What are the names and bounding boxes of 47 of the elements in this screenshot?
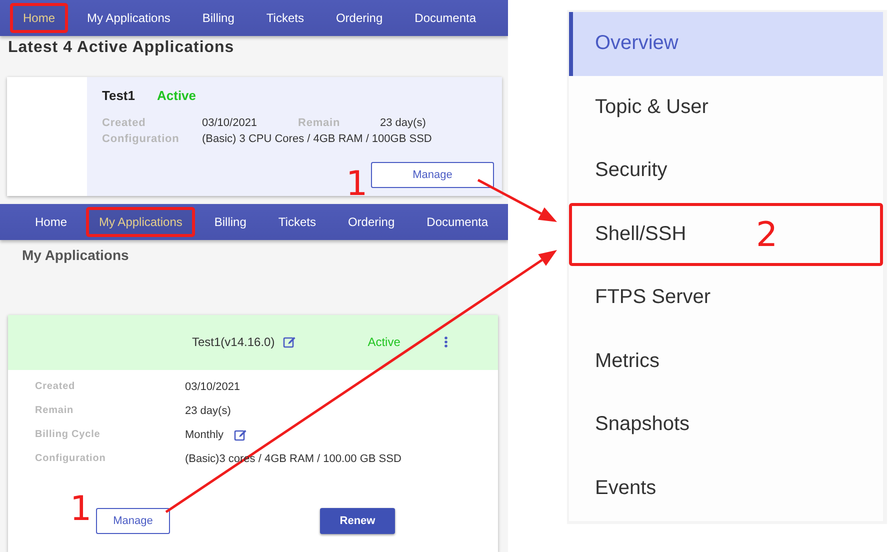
field-value: (Basic) 3 CPU Cores / 4GB RAM / 100GB SSD (202, 133, 433, 145)
field-label: Created (35, 381, 76, 392)
step-number: 1 (70, 492, 92, 526)
application-title: Test1(v14.16.0) (192, 335, 275, 350)
field-label: Billing Cycle (35, 429, 102, 440)
status-label: Active (157, 88, 196, 103)
nav-item[interactable]: Documenta (414, 206, 502, 237)
nav-item[interactable]: Billing (189, 3, 248, 33)
menu-item[interactable]: Overview (569, 12, 883, 76)
field-value: 23 day(s) (380, 117, 427, 129)
page-heading: Latest 4 Active Applications (7, 38, 236, 57)
nav-item[interactable]: Ordering (334, 206, 408, 237)
nav-item[interactable]: Tickets (253, 3, 317, 33)
nav-item[interactable]: Documenta (402, 3, 490, 33)
menu-item[interactable]: Topic & User (569, 76, 883, 139)
nav-item[interactable]: My Applications (86, 206, 196, 237)
field-label: Created (102, 117, 147, 129)
nav-item[interactable]: Home (10, 3, 68, 33)
more-icon[interactable] (444, 336, 448, 348)
menu-item[interactable]: Events (569, 456, 883, 520)
field-value: 03/10/2021 (185, 380, 240, 393)
nav-item[interactable]: Home (22, 206, 80, 237)
application-name: Test1 (102, 88, 135, 103)
nav-item[interactable]: Tickets (265, 206, 329, 237)
nav-item[interactable]: Billing (201, 206, 260, 237)
menu-item[interactable]: FTPS Server (569, 266, 883, 330)
step-number: 1 (346, 167, 368, 201)
field-value: 03/10/2021 (202, 117, 258, 129)
field-value: Monthly (185, 428, 224, 441)
edit-icon[interactable] (234, 428, 247, 441)
manage-button[interactable]: Manage (96, 508, 170, 534)
menu-item[interactable]: Snapshots (569, 393, 883, 456)
renew-button[interactable]: Renew (320, 508, 395, 534)
status-label: Active (368, 335, 400, 350)
field-value: 23 day(s) (185, 404, 231, 417)
manage-button[interactable]: Manage (371, 162, 494, 188)
menu-item[interactable]: Metrics (569, 330, 883, 393)
field-label: Remain (35, 405, 75, 416)
nav-item[interactable]: Ordering (322, 3, 396, 33)
step-number: 2 (756, 218, 778, 252)
edit-icon[interactable] (282, 336, 296, 348)
field-label: Configuration (102, 133, 180, 145)
field-label: Configuration (35, 453, 107, 464)
menu-item[interactable]: Security (569, 139, 883, 202)
page-heading: My Applications (21, 246, 130, 263)
field-label: Remain (298, 117, 342, 129)
nav-item[interactable]: My Applications (74, 3, 184, 33)
